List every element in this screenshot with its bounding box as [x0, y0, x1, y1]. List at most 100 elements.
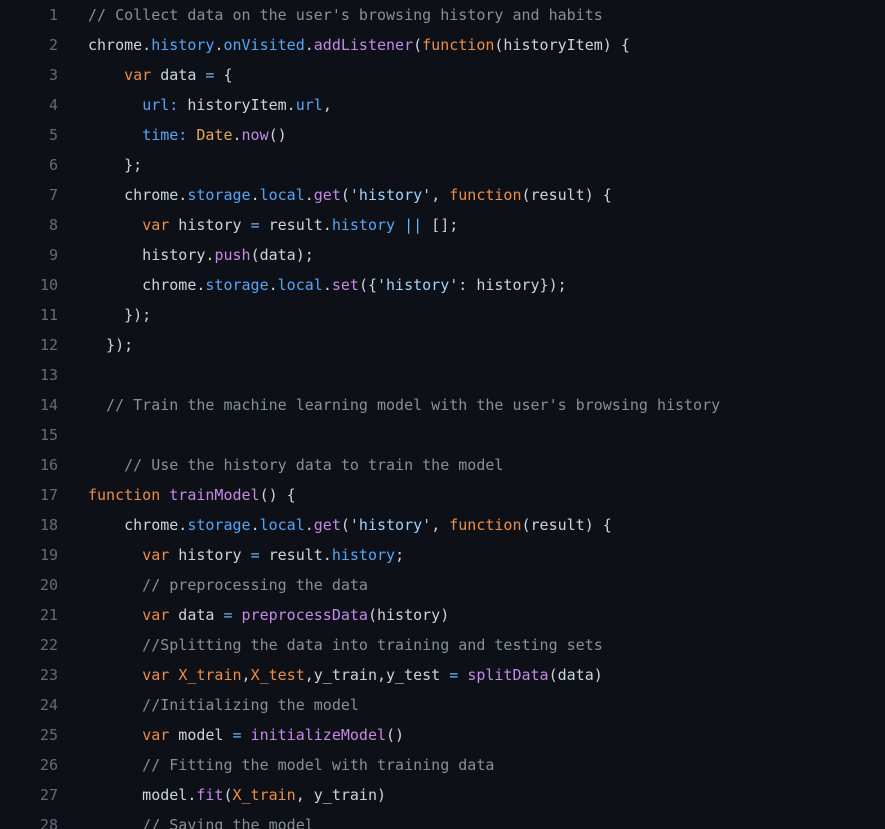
- token-plain: .: [250, 186, 260, 204]
- code-text[interactable]: var X_train,X_test,y_train,y_test = spli…: [58, 660, 885, 690]
- code-line[interactable]: 15: [0, 420, 885, 450]
- token-prop: history: [331, 216, 396, 234]
- code-line[interactable]: 10 chrome.storage.local.set({'history': …: [0, 270, 885, 300]
- code-line[interactable]: 23 var X_train,X_test,y_train,y_test = s…: [0, 660, 885, 690]
- token-keyword: function: [449, 516, 522, 534]
- code-line[interactable]: 9 history.push(data);: [0, 240, 885, 270]
- code-line[interactable]: 28 // Saving the model: [0, 810, 885, 829]
- code-text[interactable]: [58, 360, 885, 390]
- line-number: 28: [39, 816, 58, 829]
- code-text[interactable]: time: Date.now(): [58, 120, 885, 150]
- token-plain: .: [232, 126, 242, 144]
- token-plain: ,: [322, 96, 332, 114]
- code-text[interactable]: url: historyItem.url,: [58, 90, 885, 120]
- token-plain: (): [268, 126, 287, 144]
- code-text[interactable]: var history = result.history || [];: [58, 210, 885, 240]
- token-plain: .: [268, 276, 278, 294]
- code-text[interactable]: model.fit(X_train, y_train): [58, 780, 885, 810]
- token-prop: local: [277, 276, 323, 294]
- code-line[interactable]: 22 //Splitting the data into training an…: [0, 630, 885, 660]
- token-prop: storage: [187, 186, 251, 204]
- code-line[interactable]: 20 // preprocessing the data: [0, 570, 885, 600]
- token-string: 'history': [349, 186, 432, 204]
- code-line[interactable]: 26 // Fitting the model with training da…: [0, 750, 885, 780]
- code-line[interactable]: 25 var model = initializeModel(): [0, 720, 885, 750]
- code-line[interactable]: 19 var history = result.history;: [0, 540, 885, 570]
- token-plain: .: [322, 276, 332, 294]
- code-text[interactable]: // Use the history data to train the mod…: [58, 450, 885, 480]
- token-plain: ,: [431, 186, 450, 204]
- code-text[interactable]: // Fitting the model with training data: [58, 750, 885, 780]
- code-text[interactable]: };: [58, 150, 885, 180]
- code-text[interactable]: chrome.history.onVisited.addListener(fun…: [58, 30, 885, 60]
- code-line[interactable]: 5 time: Date.now(): [0, 120, 885, 150]
- code-text[interactable]: // Train the machine learning model with…: [58, 390, 885, 420]
- code-line[interactable]: 17 function trainModel() {: [0, 480, 885, 510]
- code-text[interactable]: //Splitting the data into training and t…: [58, 630, 885, 660]
- line-number: 26: [39, 756, 58, 774]
- code-line[interactable]: 14 // Train the machine learning model w…: [0, 390, 885, 420]
- code-line[interactable]: 6 };: [0, 150, 885, 180]
- line-number: 20: [39, 576, 58, 594]
- token-comment: // preprocessing the data: [88, 576, 368, 594]
- code-text[interactable]: function trainModel() {: [58, 480, 885, 510]
- code-text[interactable]: var data = {: [58, 60, 885, 90]
- token-comment: // Train the machine learning model with…: [88, 396, 721, 414]
- token-keyword: function: [422, 36, 495, 54]
- code-editor[interactable]: 1 // Collect data on the user's browsing …: [0, 0, 885, 829]
- token-keyword: var: [142, 666, 170, 684]
- token-comment: // Use the history data to train the mod…: [88, 456, 504, 474]
- code-line[interactable]: 18 chrome.storage.local.get('history', f…: [0, 510, 885, 540]
- token-keyword: var: [142, 726, 170, 744]
- line-number: 14: [39, 396, 58, 414]
- code-line[interactable]: 8 var history = result.history || [];: [0, 210, 885, 240]
- token-plain: historyItem.: [178, 96, 296, 114]
- line-number: 25: [39, 726, 58, 744]
- code-line[interactable]: 16 // Use the history data to train the …: [0, 450, 885, 480]
- code-text[interactable]: var model = initializeModel(): [58, 720, 885, 750]
- token-comment: //Splitting the data into training and t…: [88, 636, 603, 654]
- token-prop: url: [295, 96, 323, 114]
- code-text[interactable]: });: [58, 300, 885, 330]
- code-text[interactable]: });: [58, 330, 885, 360]
- code-text[interactable]: chrome.storage.local.set({'history': his…: [58, 270, 885, 300]
- code-line[interactable]: 12 });: [0, 330, 885, 360]
- code-text[interactable]: //Initializing the model: [58, 690, 885, 720]
- code-text[interactable]: // Saving the model: [58, 810, 885, 829]
- code-line[interactable]: 13: [0, 360, 885, 390]
- code-line[interactable]: 4 url: historyItem.url,: [0, 90, 885, 120]
- token-plain: model: [169, 726, 233, 744]
- line-number: 1: [48, 6, 58, 24]
- code-text[interactable]: history.push(data);: [58, 240, 885, 270]
- line-number: 10: [39, 276, 58, 294]
- token-plain: ({: [358, 276, 377, 294]
- code-text[interactable]: // Collect data on the user's browsing h…: [58, 0, 885, 30]
- code-text[interactable]: chrome.storage.local.get('history', func…: [58, 180, 885, 210]
- code-line[interactable]: 21 var data = preprocessData(history): [0, 600, 885, 630]
- code-text[interactable]: // preprocessing the data: [58, 570, 885, 600]
- token-prop: storage: [187, 516, 251, 534]
- line-number: 23: [39, 666, 58, 684]
- code-line[interactable]: 1 // Collect data on the user's browsing …: [0, 0, 885, 30]
- token-operator: =: [232, 726, 242, 744]
- code-line[interactable]: 24 //Initializing the model: [0, 690, 885, 720]
- code-line[interactable]: 2 chrome.history.onVisited.addListener(fu…: [0, 30, 885, 60]
- code-text[interactable]: var data = preprocessData(history): [58, 600, 885, 630]
- code-text[interactable]: chrome.storage.local.get('history', func…: [58, 510, 885, 540]
- line-number: 19: [39, 546, 58, 564]
- token-plain: ,y_train,y_test: [304, 666, 450, 684]
- code-line[interactable]: 3 var data = {: [0, 60, 885, 90]
- code-text[interactable]: [58, 420, 885, 450]
- token-keyword: var: [142, 606, 170, 624]
- token-plain: (history): [367, 606, 450, 624]
- token-constant: X_train: [232, 786, 296, 804]
- line-number: 4: [48, 96, 58, 114]
- code-line[interactable]: 11 });: [0, 300, 885, 330]
- code-line[interactable]: 7 chrome.storage.local.get('history', fu…: [0, 180, 885, 210]
- code-line[interactable]: 27 model.fit(X_train, y_train): [0, 780, 885, 810]
- code-text[interactable]: var history = result.history;: [58, 540, 885, 570]
- line-number: 9: [48, 246, 58, 264]
